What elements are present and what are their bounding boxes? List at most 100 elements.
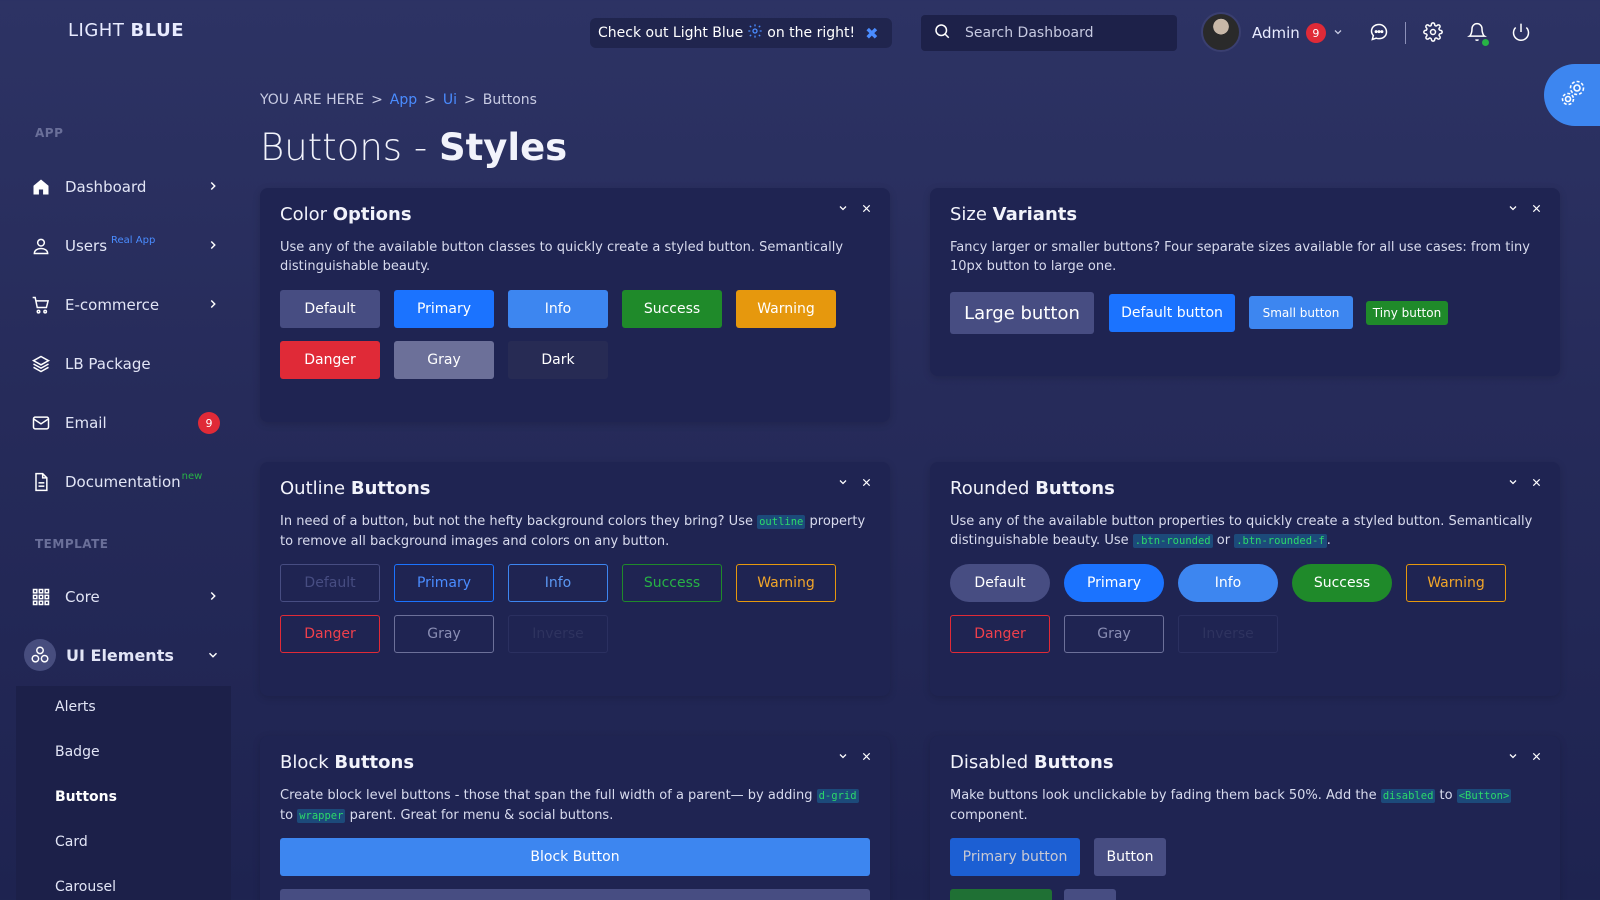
sidebar-item-core[interactable]: Core <box>30 582 230 612</box>
card-title: Disabled Buttons <box>950 752 1114 773</box>
outline-primary-button[interactable]: Primary <box>394 564 494 602</box>
outline-info-button[interactable]: Info <box>508 564 608 602</box>
card-controls <box>837 476 872 492</box>
sidebar-item-ecommerce[interactable]: E-commerce <box>30 290 230 320</box>
collapse-icon[interactable] <box>837 750 849 766</box>
rounded-gray-button[interactable]: Gray <box>1064 615 1164 653</box>
primary-button[interactable]: Primary <box>394 290 494 328</box>
close-icon[interactable] <box>861 202 872 218</box>
outline-success-button[interactable]: Success <box>622 564 722 602</box>
sidebar-item-documentation[interactable]: Documentation new <box>30 467 230 497</box>
app-logo[interactable]: LIGHT BLUE <box>68 20 184 41</box>
small-button[interactable]: Small button <box>1249 296 1353 329</box>
grid-icon <box>30 586 52 608</box>
rounded-inverse-button[interactable]: Inverse <box>1178 615 1278 653</box>
disabled-success-button[interactable] <box>950 889 1052 900</box>
default-size-button[interactable]: Default button <box>1109 294 1235 332</box>
online-status-dot <box>1482 39 1489 46</box>
sidebar-item-dashboard[interactable]: Dashboard <box>30 172 230 202</box>
collapse-icon[interactable] <box>837 476 849 492</box>
sidebar-item-label: LB Package <box>65 355 151 373</box>
breadcrumb-separator: > <box>464 92 476 108</box>
notification-badge: 9 <box>1305 23 1326 43</box>
outline-default-button[interactable]: Default <box>280 564 380 602</box>
collapse-icon[interactable] <box>1507 202 1519 218</box>
sidebar-item-label: E-commerce <box>65 296 160 314</box>
ui-elements-submenu <box>16 686 231 900</box>
chevron-right-icon <box>206 589 220 607</box>
collapse-icon[interactable] <box>837 202 849 218</box>
outline-inverse-button[interactable]: Inverse <box>508 615 608 653</box>
user-icon <box>30 235 52 257</box>
code-snippet: <Button> <box>1456 789 1512 803</box>
rounded-success-button[interactable]: Success <box>1292 564 1392 602</box>
card-outline-buttons: Outline Buttons In need of a button, but… <box>260 462 890 696</box>
submenu-item-card[interactable]: Card <box>55 834 88 850</box>
card-title: Size Variants <box>950 204 1078 225</box>
info-button[interactable]: Info <box>508 290 608 328</box>
close-icon[interactable] <box>861 476 872 492</box>
danger-button[interactable]: Danger <box>280 341 380 379</box>
breadcrumb-separator: > <box>371 92 383 108</box>
search-icon[interactable] <box>933 22 951 44</box>
card-controls <box>1507 202 1542 218</box>
breadcrumb-separator: > <box>424 92 436 108</box>
outline-warning-button[interactable]: Warning <box>736 564 836 602</box>
avatar[interactable] <box>1201 12 1241 52</box>
user-menu[interactable]: Admin 9 <box>1252 23 1344 43</box>
chevron-right-icon <box>206 238 220 256</box>
breadcrumb-link-ui[interactable]: Ui <box>443 92 457 108</box>
code-snippet: .btn-rounded-f <box>1234 534 1327 548</box>
disabled-default-button[interactable]: Button <box>1094 838 1166 876</box>
card-controls <box>1507 476 1542 492</box>
sidebar-item-users[interactable]: Users Real App <box>30 231 230 261</box>
breadcrumb-link-app[interactable]: App <box>390 92 417 108</box>
disabled-extra-button[interactable] <box>1064 889 1116 900</box>
close-icon[interactable] <box>1531 202 1542 218</box>
chat-icon[interactable] <box>1367 20 1391 44</box>
user-name: Admin <box>1252 24 1300 42</box>
settings-icon[interactable] <box>1421 20 1445 44</box>
breadcrumb: YOU ARE HERE > App > Ui > Buttons <box>260 92 537 108</box>
sidebar-item-ui-elements[interactable]: UI Elements <box>24 639 230 671</box>
close-icon[interactable]: ✖ <box>865 24 878 43</box>
chevron-right-icon <box>206 179 220 197</box>
submenu-item-buttons[interactable]: Buttons <box>55 789 117 805</box>
gray-button[interactable]: Gray <box>394 341 494 379</box>
sidebar-item-lb-package[interactable]: LB Package <box>30 349 230 379</box>
submenu-item-alerts[interactable]: Alerts <box>55 699 96 715</box>
close-icon[interactable] <box>861 750 872 766</box>
theme-settings-button[interactable] <box>1544 64 1600 126</box>
large-button[interactable]: Large button <box>950 292 1094 334</box>
dark-button[interactable]: Dark <box>508 341 608 379</box>
rounded-warning-button[interactable]: Warning <box>1406 564 1506 602</box>
warning-button[interactable]: Warning <box>736 290 836 328</box>
card-description: Use any of the available button classes … <box>280 240 844 274</box>
code-snippet: .btn-rounded <box>1132 534 1213 548</box>
block-button[interactable]: Block Button <box>280 838 870 876</box>
power-icon[interactable] <box>1509 20 1533 44</box>
outline-danger-button[interactable]: Danger <box>280 615 380 653</box>
block-button-secondary[interactable] <box>280 889 870 900</box>
collapse-icon[interactable] <box>1507 750 1519 766</box>
search-input[interactable] <box>965 25 1155 41</box>
close-icon[interactable] <box>1531 750 1542 766</box>
rounded-default-button[interactable]: Default <box>950 564 1050 602</box>
outline-gray-button[interactable]: Gray <box>394 615 494 653</box>
sidebar-item-email[interactable]: Email 9 <box>30 408 230 438</box>
disabled-primary-button[interactable]: Primary button <box>950 838 1080 876</box>
rounded-primary-button[interactable]: Primary <box>1064 564 1164 602</box>
code-snippet: disabled <box>1380 789 1436 803</box>
tiny-button[interactable]: Tiny button <box>1366 301 1448 325</box>
sidebar-item-label: Dashboard <box>65 178 147 196</box>
card-title: Block Buttons <box>280 752 415 773</box>
default-button[interactable]: Default <box>280 290 380 328</box>
collapse-icon[interactable] <box>1507 476 1519 492</box>
close-icon[interactable] <box>1531 476 1542 492</box>
rounded-danger-button[interactable]: Danger <box>950 615 1050 653</box>
card-color-options: Color Options Use any of the available b… <box>260 188 890 422</box>
rounded-info-button[interactable]: Info <box>1178 564 1278 602</box>
submenu-item-carousel[interactable]: Carousel <box>55 879 116 895</box>
submenu-item-badge[interactable]: Badge <box>55 744 100 760</box>
success-button[interactable]: Success <box>622 290 722 328</box>
